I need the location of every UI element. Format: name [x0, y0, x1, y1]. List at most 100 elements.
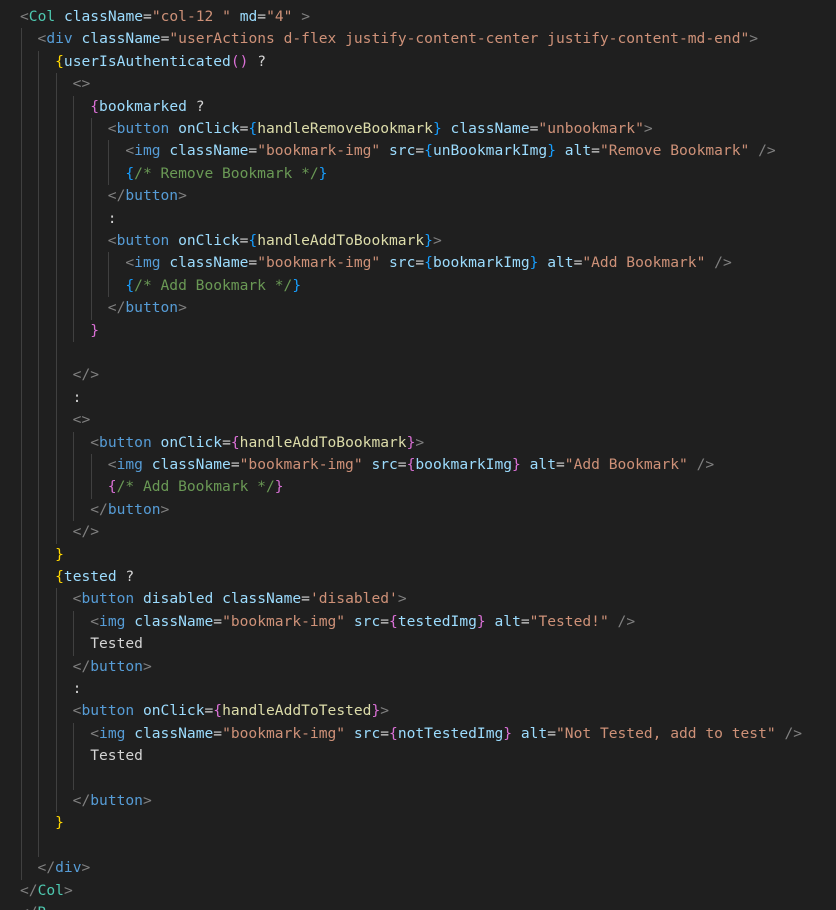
code-line[interactable]: </button>	[90, 499, 169, 521]
code-token: className	[63, 8, 144, 25]
code-line[interactable]: <button onClick={handleAddToBookmark}>	[108, 230, 442, 252]
code-token: {	[107, 478, 117, 496]
code-line[interactable]: {userIsAuthenticated() ?	[55, 51, 266, 73]
code-line[interactable]: {bookmarked ?	[90, 96, 204, 118]
code-token: </>	[72, 523, 100, 541]
code-line[interactable]: </div>	[38, 857, 91, 879]
code-line[interactable]: <img className="bookmark-img" src={bookm…	[125, 252, 731, 274]
code-editor[interactable]: <Col className="col-12 " md="4" > <div cl…	[0, 0, 836, 910]
code-line[interactable]: <>	[73, 73, 91, 95]
code-token: /* Add Bookmark */	[116, 478, 275, 496]
code-token: <	[90, 612, 100, 630]
code-token: }	[547, 142, 556, 160]
code-token: >	[178, 299, 187, 317]
code-line[interactable]: Tested	[90, 745, 143, 767]
code-line[interactable]: {/* Remove Bookmark */}	[125, 163, 327, 185]
code-token: :	[107, 209, 117, 227]
code-line[interactable]: <div className="userActions d-flex justi…	[38, 28, 759, 50]
code-line[interactable]: </R	[20, 902, 46, 910]
code-line[interactable]: <button onClick={handleAddToTested}>	[73, 700, 389, 722]
code-token: =	[213, 724, 223, 742]
code-token: >	[178, 187, 187, 205]
code-token: >	[301, 8, 311, 25]
code-token: unBookmarkImg	[432, 142, 548, 160]
code-line[interactable]: }	[90, 320, 99, 342]
code-token: </>	[72, 366, 100, 384]
code-line[interactable]: </>	[73, 364, 99, 386]
code-token: button	[90, 792, 143, 809]
code-line[interactable]: :	[73, 387, 82, 409]
code-token: =	[248, 254, 258, 272]
code-token: }	[476, 612, 486, 630]
code-line[interactable]: </button>	[73, 656, 152, 678]
code-line[interactable]: </Col>	[20, 880, 73, 902]
code-token: {	[248, 232, 258, 249]
code-token: "4"	[266, 8, 293, 25]
code-token: </	[107, 187, 126, 205]
code-line[interactable]: <img className="bookmark-img" src={unBoo…	[125, 140, 775, 162]
code-line[interactable]: :	[108, 208, 117, 230]
code-line[interactable]: <button disabled className='disabled'>	[73, 588, 407, 610]
code-token: "Remove Bookmark"	[599, 142, 750, 160]
code-line[interactable]: Tested	[90, 633, 143, 655]
code-token: </	[37, 859, 56, 877]
code-token: }	[90, 321, 100, 339]
code-token: handleAddToTested	[222, 702, 372, 720]
code-token: </	[90, 500, 108, 518]
code-line[interactable]: {/* Add Bookmark */}	[125, 275, 301, 297]
code-token: "Add Bookmark"	[582, 254, 706, 272]
code-line[interactable]: <img className="bookmark-img" src={bookm…	[108, 454, 714, 476]
code-token: button	[125, 299, 179, 317]
code-line[interactable]: </button>	[108, 297, 187, 319]
code-line[interactable]: <img className="bookmark-img" src={notTe…	[90, 723, 802, 745]
code-token: =	[415, 142, 425, 160]
code-token: ?	[248, 52, 266, 70]
code-line[interactable]: {tested ?	[55, 566, 134, 588]
code-token: >	[380, 702, 390, 720]
code-token: alt	[529, 456, 556, 473]
code-token: {	[424, 254, 433, 272]
code-line[interactable]: <button onClick={handleRemoveBookmark} c…	[108, 118, 653, 140]
code-line[interactable]: }	[55, 544, 64, 566]
code-token: className	[450, 120, 530, 137]
code-token: <	[20, 8, 29, 25]
code-token: "bookmark-img"	[257, 254, 381, 272]
code-token: Tested	[90, 747, 143, 765]
code-line[interactable]: <img className="bookmark-img" src={teste…	[90, 611, 635, 633]
code-token: src	[353, 612, 381, 630]
code-line[interactable]: </>	[73, 521, 99, 543]
code-token: =	[204, 702, 214, 720]
code-token: />	[696, 456, 715, 473]
code-token: src	[389, 254, 416, 272]
code-token: </	[72, 657, 91, 675]
code-token: }	[55, 545, 64, 563]
code-token: src	[371, 456, 398, 473]
code-line[interactable]: </button>	[73, 790, 152, 812]
code-token: =	[222, 433, 231, 451]
code-token: className	[151, 456, 231, 473]
code-line[interactable]: </button>	[108, 185, 187, 207]
code-line[interactable]: <Col className="col-12 " md="4" >	[20, 6, 310, 28]
code-line[interactable]: {/* Add Bookmark */}	[108, 476, 284, 498]
code-line[interactable]: }	[55, 812, 64, 834]
code-token: {	[389, 724, 398, 742]
code-token: <	[125, 254, 135, 272]
code-line[interactable]: <button onClick={handleAddToBookmark}>	[90, 432, 424, 454]
code-token: src	[353, 724, 381, 742]
indent-guide	[73, 610, 75, 656]
code-line[interactable]: :	[73, 678, 82, 700]
code-token: <	[107, 456, 117, 473]
code-token: />	[784, 724, 803, 742]
code-token: 'disabled'	[309, 590, 398, 608]
code-token: =	[230, 456, 240, 473]
code-token: =	[380, 612, 390, 630]
code-token: >	[432, 232, 442, 249]
code-token: =	[248, 142, 258, 160]
code-token: "Add Bookmark"	[564, 456, 688, 473]
code-line[interactable]: <>	[73, 409, 91, 431]
